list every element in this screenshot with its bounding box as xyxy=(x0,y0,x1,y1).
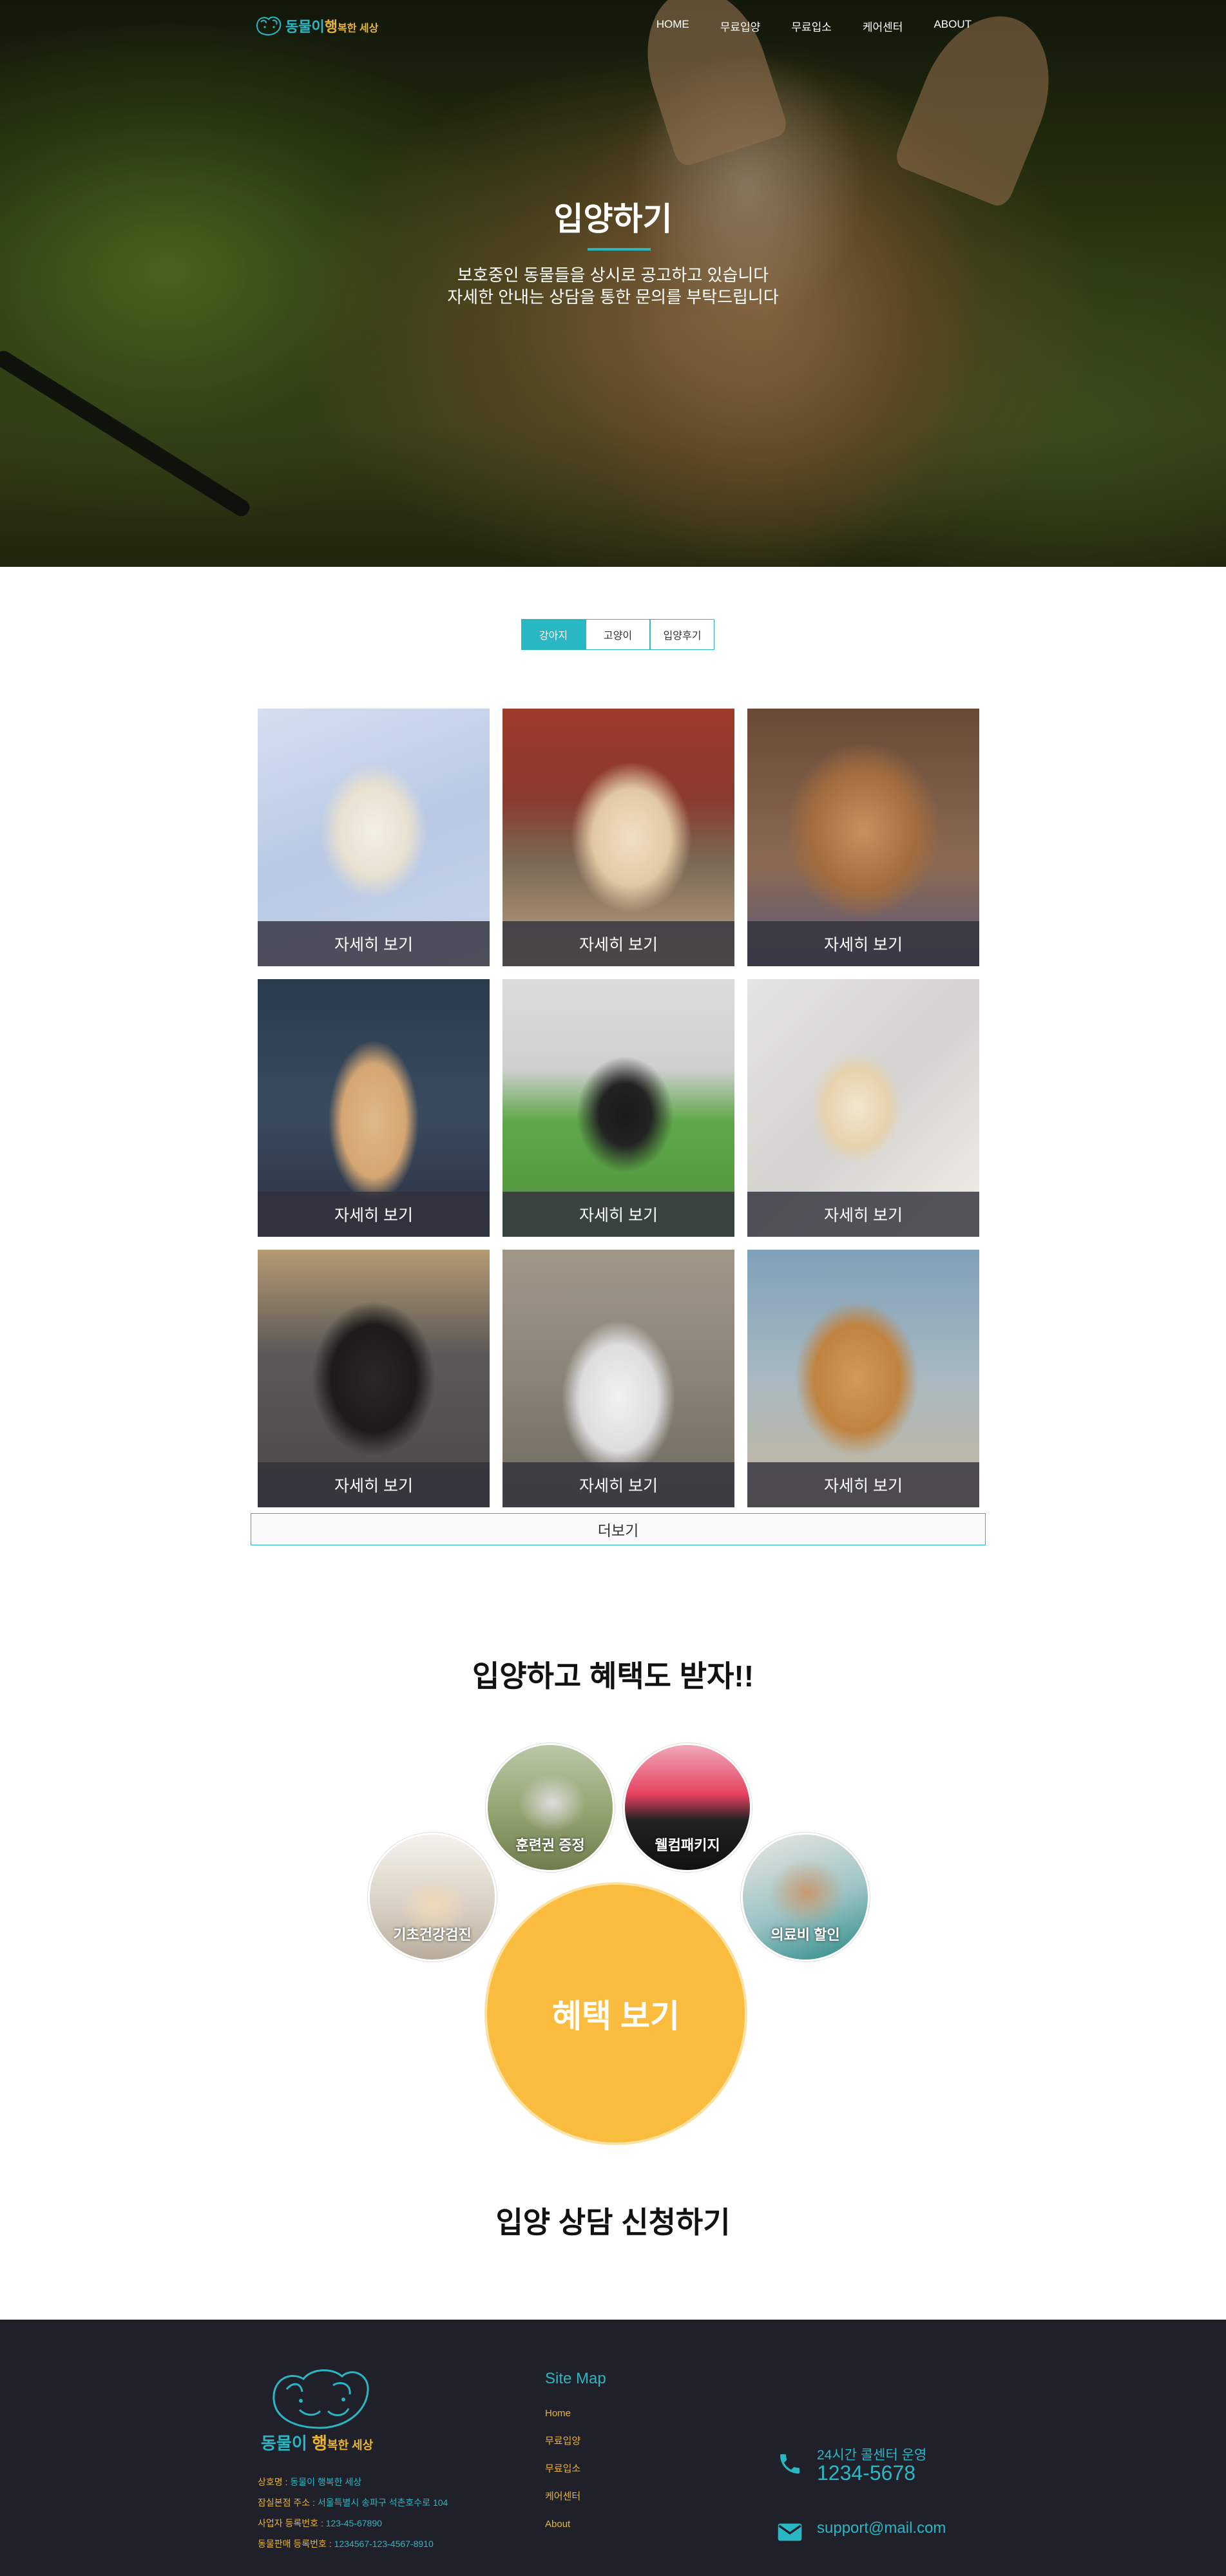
title-underline xyxy=(588,248,651,251)
pet-card[interactable]: 자세히 보기 xyxy=(503,1250,734,1507)
load-more-button[interactable]: 더보기 xyxy=(251,1513,986,1545)
support-email-link[interactable]: support@mail.com xyxy=(817,2519,946,2537)
business-info: 상호명 : 동물이 행복한 세상 잠실본점 주소 : 서울특별시 송파구 석촌호… xyxy=(258,2477,448,2549)
footer-brand: 동물이 행복한 세상 xyxy=(261,2434,374,2453)
details-button[interactable]: 자세히 보기 xyxy=(258,1462,490,1507)
details-button[interactable]: 자세히 보기 xyxy=(258,921,490,966)
pet-card[interactable]: 자세히 보기 xyxy=(747,1250,979,1507)
pet-card[interactable]: 자세히 보기 xyxy=(747,709,979,966)
site-footer: 동물이 행복한 세상 상호명 : 동물이 행복한 세상 잠실본점 주소 : 서울… xyxy=(0,2320,1226,2576)
nav-free-adoption[interactable]: 무료입양 xyxy=(720,18,761,34)
view-benefits-button[interactable]: 혜택 보기 xyxy=(484,1882,747,2145)
benefit-training-voucher[interactable]: 훈련권 증정 xyxy=(486,1743,615,1872)
nav-home[interactable]: HOME xyxy=(656,18,689,34)
dog-cat-logo-icon xyxy=(254,13,283,39)
benefit-medical-discount[interactable]: 의료비 할인 xyxy=(741,1833,870,1961)
phone-number[interactable]: 1234-5678 xyxy=(817,2461,915,2485)
benefit-welcome-package[interactable]: 웰컴패키지 xyxy=(623,1743,752,1872)
sitemap-item-care-center[interactable]: 케어센터 xyxy=(545,2483,580,2510)
tab-dogs[interactable]: 강아지 xyxy=(521,619,586,650)
benefit-basic-checkup[interactable]: 기초건강검진 xyxy=(368,1833,497,1961)
sitemap-title: Site Map xyxy=(545,2370,606,2387)
main-menu: HOME 무료입양 무료입소 케어센터 ABOUT xyxy=(656,18,972,34)
category-tabs: 강아지 고양이 입양후기 xyxy=(521,619,714,650)
pet-card[interactable]: 자세히 보기 xyxy=(503,979,734,1237)
hero-subtitle: 보호중인 동물들을 상시로 공고하고 있습니다 자세한 안내는 상담을 통한 문… xyxy=(447,265,779,307)
pet-card[interactable]: 자세히 보기 xyxy=(258,709,490,966)
site-logo[interactable]: 동물이행복한 세상 xyxy=(254,12,378,40)
details-button[interactable]: 자세히 보기 xyxy=(258,1192,490,1237)
top-nav: 동물이행복한 세상 HOME 무료입양 무료입소 케어센터 ABOUT xyxy=(0,0,1226,52)
nav-care-center[interactable]: 케어센터 xyxy=(863,18,903,34)
sitemap-list: Home 무료입양 무료입소 케어센터 About xyxy=(545,2399,580,2538)
hero-banner: 동물이행복한 세상 HOME 무료입양 무료입소 케어센터 ABOUT 입양하기… xyxy=(0,0,1226,567)
dog-cat-logo-icon xyxy=(261,2360,374,2439)
sitemap-item-about[interactable]: About xyxy=(545,2510,580,2538)
consult-title[interactable]: 입양 상담 신청하기 xyxy=(0,2199,1226,2242)
pet-card[interactable]: 자세히 보기 xyxy=(258,979,490,1237)
nav-about[interactable]: ABOUT xyxy=(934,18,972,34)
page-title: 입양하기 xyxy=(553,201,673,237)
tab-adoption-reviews[interactable]: 입양후기 xyxy=(650,619,714,650)
pet-card[interactable]: 자세히 보기 xyxy=(747,979,979,1237)
details-button[interactable]: 자세히 보기 xyxy=(503,1192,734,1237)
logo-text: 동물이행복한 세상 xyxy=(285,19,379,35)
tab-cats[interactable]: 고양이 xyxy=(586,619,650,650)
benefits-title: 입양하고 혜택도 받자!! xyxy=(472,1659,754,1693)
sitemap-item-home[interactable]: Home xyxy=(545,2399,580,2427)
nav-free-admission[interactable]: 무료입소 xyxy=(791,18,832,34)
pet-card[interactable]: 자세히 보기 xyxy=(258,1250,490,1507)
mail-icon xyxy=(777,2522,803,2546)
details-button[interactable]: 자세히 보기 xyxy=(747,1462,979,1507)
details-button[interactable]: 자세히 보기 xyxy=(503,1462,734,1507)
details-button[interactable]: 자세히 보기 xyxy=(747,1192,979,1237)
phone-icon xyxy=(777,2451,803,2480)
sitemap-item-free-admission[interactable]: 무료입소 xyxy=(545,2455,580,2483)
details-button[interactable]: 자세히 보기 xyxy=(747,921,979,966)
details-button[interactable]: 자세히 보기 xyxy=(503,921,734,966)
sitemap-item-free-adoption[interactable]: 무료입양 xyxy=(545,2427,580,2455)
pet-card[interactable]: 자세히 보기 xyxy=(503,709,734,966)
